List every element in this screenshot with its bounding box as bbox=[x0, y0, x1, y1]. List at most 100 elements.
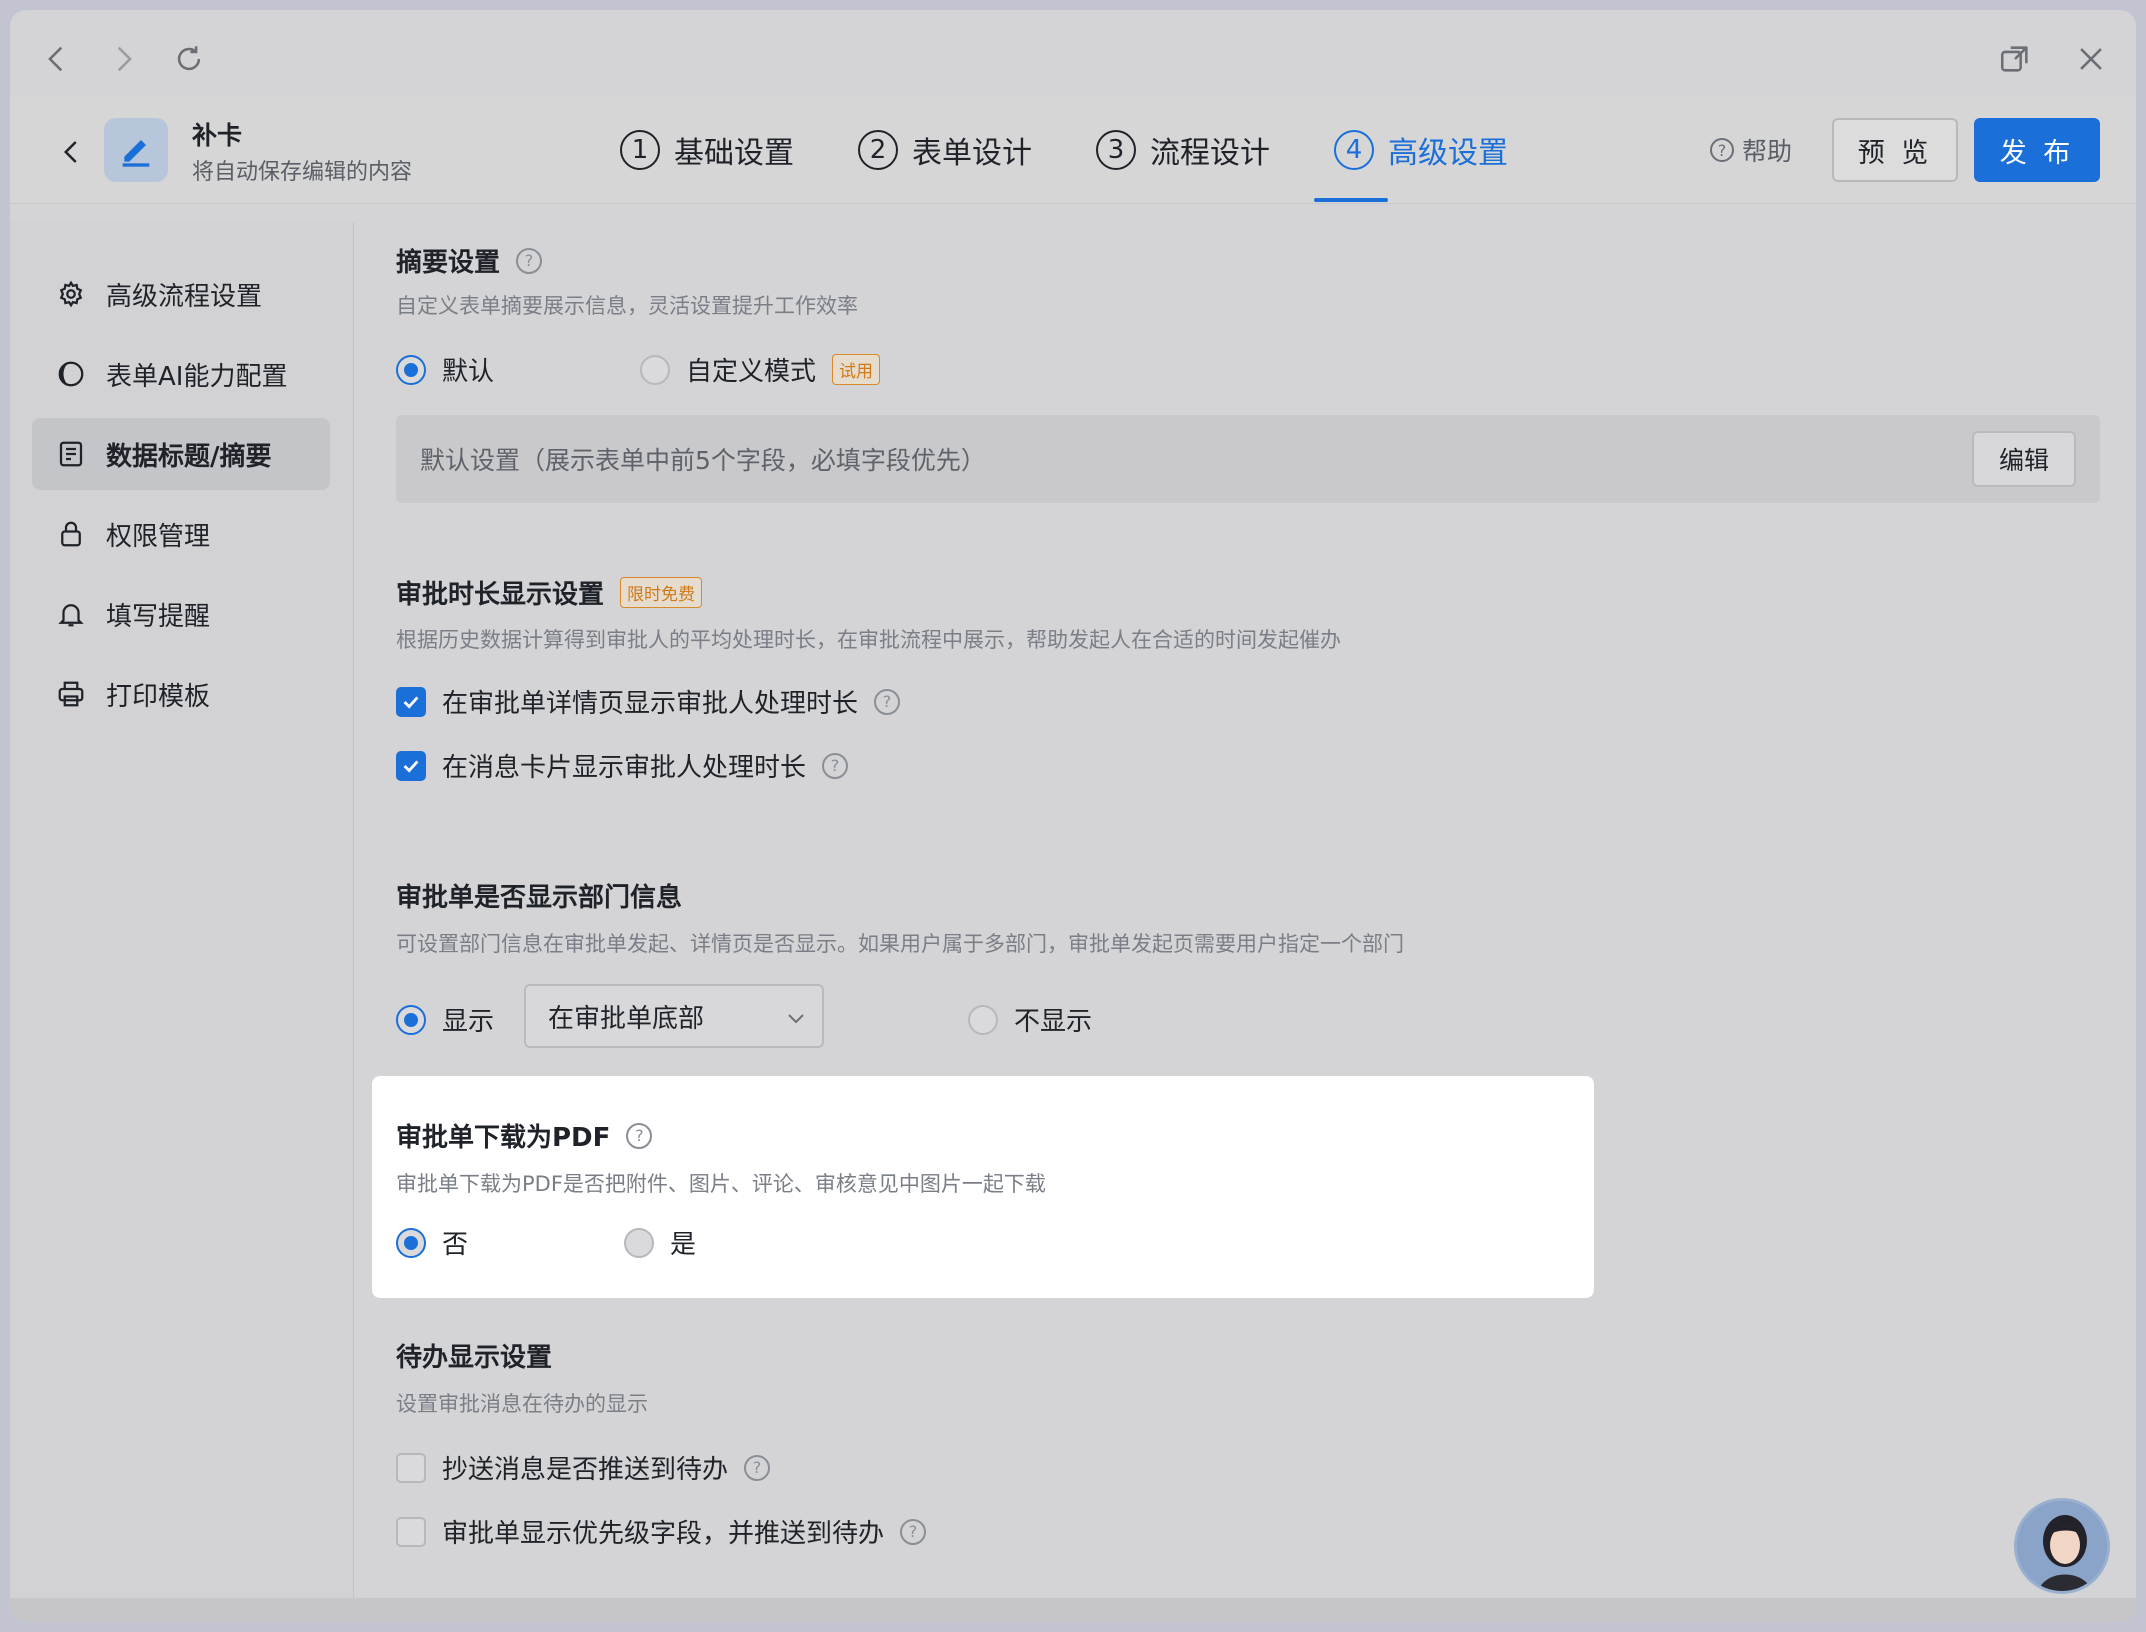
radio-label: 不显示 bbox=[1014, 1007, 1093, 1037]
radio-summary-default[interactable]: 默认 bbox=[396, 351, 494, 388]
step-number: 4 bbox=[1334, 130, 1374, 170]
radio-indicator bbox=[968, 1004, 998, 1035]
step-label: 流程设计 bbox=[1150, 136, 1270, 171]
checkbox-show-duration-detail[interactable]: 在审批单详情页显示审批人处理时长 ? bbox=[396, 683, 901, 720]
radio-department-show[interactable]: 显示 bbox=[396, 1001, 494, 1038]
open-in-window-icon[interactable] bbox=[1990, 34, 2040, 84]
radio-indicator bbox=[624, 1227, 654, 1258]
close-icon[interactable] bbox=[2066, 34, 2116, 84]
trial-badge: 试用 bbox=[832, 354, 881, 385]
app-header: 补卡 将自动保存编辑的内容 1 基础设置 2 表单设计 3 流程设计 4 高级设… bbox=[10, 96, 2136, 204]
step-label: 高级设置 bbox=[1388, 136, 1508, 171]
tab-form-design[interactable]: 2 表单设计 bbox=[858, 96, 1032, 204]
radio-label: 默认 bbox=[442, 357, 495, 387]
checkbox-label: 在审批单详情页显示审批人处理时长 bbox=[442, 689, 859, 719]
radio-label: 是 bbox=[670, 1230, 697, 1260]
select-value: 在审批单底部 bbox=[548, 1003, 705, 1034]
sidebar-item-label: 打印模板 bbox=[106, 681, 211, 712]
radio-label: 显示 bbox=[442, 1007, 495, 1037]
step-number: 3 bbox=[1096, 130, 1136, 170]
lock-icon bbox=[61, 521, 81, 547]
sidebar-item-label: 权限管理 bbox=[106, 521, 211, 552]
help-circle-icon[interactable]: ? bbox=[626, 1122, 653, 1149]
checkbox-indicator bbox=[396, 1516, 426, 1547]
gear-icon bbox=[59, 280, 83, 308]
section-title-text: 审批单是否显示部门信息 bbox=[396, 883, 683, 913]
sidebar-item-ai-config[interactable]: 表单AI能力配置 bbox=[32, 338, 330, 410]
checkbox-label: 抄送消息是否推送到待办 bbox=[442, 1455, 729, 1485]
browser-toolbar bbox=[10, 10, 2136, 96]
assistant-avatar[interactable] bbox=[2014, 1498, 2110, 1594]
publish-button[interactable]: 发 布 bbox=[1974, 118, 2100, 182]
checkbox-indicator bbox=[396, 750, 426, 781]
summary-section-title: 摘要设置 ? bbox=[396, 242, 543, 279]
department-position-select[interactable]: 在审批单底部 bbox=[524, 984, 824, 1048]
sidebar-item-label: 数据标题/摘要 bbox=[106, 441, 272, 472]
sidebar-item-data-title-summary[interactable]: 数据标题/摘要 bbox=[32, 418, 330, 490]
form-app-icon bbox=[104, 118, 168, 182]
help-circle-icon[interactable]: ? bbox=[744, 1454, 771, 1481]
help-circle-icon[interactable]: ? bbox=[822, 752, 849, 779]
checkbox-label: 在消息卡片显示审批人处理时长 bbox=[442, 753, 807, 783]
section-title-text: 待办显示设置 bbox=[396, 1343, 553, 1373]
duration-section-title: 审批时长显示设置 限时免费 bbox=[396, 574, 703, 611]
radio-indicator bbox=[396, 1227, 426, 1258]
tab-process-design[interactable]: 3 流程设计 bbox=[1096, 96, 1270, 204]
sidebar-item-advanced-process[interactable]: 高级流程设置 bbox=[32, 258, 330, 330]
checkmark-icon bbox=[403, 695, 419, 709]
radio-indicator bbox=[396, 354, 426, 385]
step-number: 1 bbox=[620, 130, 660, 170]
ai-icon bbox=[58, 361, 84, 387]
summary-default-box: 默认设置（展示表单中前5个字段，必填字段优先） 编辑 bbox=[396, 415, 2100, 503]
radio-pdf-yes[interactable]: 是 bbox=[624, 1224, 696, 1261]
printer-icon bbox=[58, 681, 84, 707]
app-window: 补卡 将自动保存编辑的内容 1 基础设置 2 表单设计 3 流程设计 4 高级设… bbox=[10, 10, 2136, 1622]
help-link[interactable]: ? 帮助 bbox=[1710, 132, 1792, 168]
pdf-section-title: 审批单下载为PDF ? bbox=[396, 1117, 653, 1154]
department-section-title: 审批单是否显示部门信息 bbox=[396, 877, 682, 914]
settings-sidebar: 高级流程设置 表单AI能力配置 数据标题/摘要 权限管理 填写提醒 打印模板 bbox=[10, 222, 354, 1610]
duration-section-desc: 根据历史数据计算得到审批人的平均处理时长，在审批流程中展示，帮助发起人在合适的时… bbox=[396, 628, 1341, 652]
sidebar-item-fill-reminder[interactable]: 填写提醒 bbox=[32, 578, 330, 650]
checkbox-cc-to-todo[interactable]: 抄送消息是否推送到待办 ? bbox=[396, 1449, 771, 1486]
radio-summary-custom[interactable]: 自定义模式 试用 bbox=[640, 351, 881, 388]
pdf-section-desc: 审批单下载为PDF是否把附件、图片、评论、审核意见中图片一起下载 bbox=[396, 1172, 1046, 1196]
step-tabs: 1 基础设置 2 表单设计 3 流程设计 4 高级设置 bbox=[620, 96, 1508, 204]
radio-indicator bbox=[396, 1004, 426, 1035]
step-label: 基础设置 bbox=[674, 136, 794, 171]
tab-advanced-settings[interactable]: 4 高级设置 bbox=[1314, 96, 1508, 204]
back-arrow-icon[interactable] bbox=[50, 130, 94, 174]
radio-pdf-no[interactable]: 否 bbox=[396, 1224, 468, 1261]
sidebar-item-permissions[interactable]: 权限管理 bbox=[32, 498, 330, 570]
edit-button[interactable]: 编辑 bbox=[1972, 431, 2076, 487]
help-circle-icon: ? bbox=[1710, 138, 1734, 162]
checkbox-show-duration-card[interactable]: 在消息卡片显示审批人处理时长 ? bbox=[396, 747, 849, 784]
window-bottom-edge bbox=[10, 1598, 2136, 1622]
chevron-left-icon[interactable] bbox=[32, 34, 82, 84]
step-label: 表单设计 bbox=[912, 136, 1032, 171]
department-section-desc: 可设置部门信息在审批单发起、详情页是否显示。如果用户属于多部门，审批单发起页需要… bbox=[396, 932, 1404, 956]
section-title-text: 摘要设置 bbox=[396, 248, 501, 278]
todo-section-title: 待办显示设置 bbox=[396, 1337, 552, 1374]
help-circle-icon[interactable]: ? bbox=[900, 1518, 927, 1545]
summary-default-text: 默认设置（展示表单中前5个字段，必填字段优先） bbox=[420, 446, 986, 475]
reload-icon[interactable] bbox=[164, 34, 214, 84]
checkmark-icon bbox=[403, 759, 419, 773]
preview-button[interactable]: 预 览 bbox=[1832, 118, 1958, 182]
bell-icon bbox=[58, 604, 84, 627]
radio-department-hide[interactable]: 不显示 bbox=[968, 1001, 1092, 1038]
help-circle-icon[interactable]: ? bbox=[874, 688, 901, 715]
checkbox-indicator bbox=[396, 686, 426, 717]
radio-label: 自定义模式 bbox=[686, 357, 817, 387]
todo-section-desc: 设置审批消息在待办的显示 bbox=[396, 1392, 648, 1416]
app-name: 补卡 bbox=[192, 121, 243, 150]
tab-basic-settings[interactable]: 1 基础设置 bbox=[620, 96, 794, 204]
help-circle-icon[interactable]: ? bbox=[516, 247, 543, 274]
sidebar-item-label: 填写提醒 bbox=[106, 601, 211, 632]
chevron-right-icon[interactable] bbox=[98, 34, 148, 84]
step-number: 2 bbox=[858, 130, 898, 170]
sidebar-item-print-template[interactable]: 打印模板 bbox=[32, 658, 330, 730]
summary-section-desc: 自定义表单摘要展示信息，灵活设置提升工作效率 bbox=[396, 294, 858, 318]
checkbox-priority-to-todo[interactable]: 审批单显示优先级字段，并推送到待办 ? bbox=[396, 1513, 927, 1550]
chevron-down-icon bbox=[788, 1014, 804, 1024]
